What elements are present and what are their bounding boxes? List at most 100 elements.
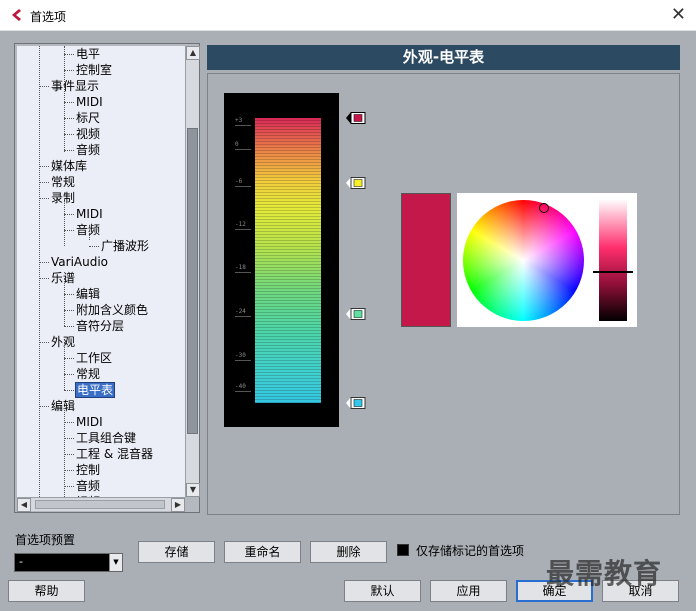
help-button[interactable]: 帮助 — [8, 580, 85, 602]
tree-connector — [64, 390, 74, 391]
tree-item[interactable]: 标尺 — [76, 110, 100, 126]
tree-item-label: MIDI — [76, 207, 103, 221]
delete-button[interactable]: 删除 — [310, 541, 387, 563]
tree-item-label: 音频 — [76, 143, 101, 157]
tree-guide-line — [64, 46, 65, 86]
tree-connector — [39, 86, 49, 87]
tree-item-label: 音符分层 — [76, 319, 125, 333]
tree-item-label: 事件显示 — [51, 79, 100, 93]
apply-button[interactable]: 应用 — [430, 580, 507, 602]
tree-item-label: 音频 — [76, 479, 101, 493]
close-icon[interactable]: ✕ — [671, 4, 686, 26]
meter-marker-cyan-icon[interactable] — [346, 397, 366, 409]
tree-item[interactable]: 编辑 — [51, 398, 75, 414]
tree-view[interactable]: 电平 控制室 事件显示 MIDI 标尺 视频 音频 媒体库 常规 录制 MIDI 音频 广播波形 Vari… — [17, 46, 185, 497]
tree-guide-line — [64, 86, 65, 152]
only-marked-checkbox[interactable] — [397, 544, 409, 556]
title-bar: 首选项 ✕ — [0, 0, 696, 31]
section-title: 外观-电平表 — [207, 45, 680, 70]
tree-connector — [64, 374, 74, 375]
scroll-left-icon[interactable]: ◀ — [17, 498, 31, 512]
tree-item-label: 控制室 — [76, 63, 113, 77]
tree-item[interactable]: 媒体库 — [51, 158, 87, 174]
tree-item-label: 常规 — [76, 367, 101, 381]
scroll-right-icon[interactable]: ▶ — [171, 498, 185, 512]
tree-horizontal-scrollbar[interactable]: ◀ ▶ — [17, 497, 185, 512]
tree-item-label: 广播波形 — [101, 239, 150, 253]
tree-item[interactable]: 广播波形 — [101, 238, 149, 254]
scroll-up-icon[interactable]: ▲ — [186, 46, 200, 60]
presets-label: 首选项预置 — [15, 533, 76, 547]
tree-connector — [39, 342, 49, 343]
brightness-handle[interactable] — [593, 271, 633, 273]
tree-item[interactable]: 电平 — [76, 46, 100, 62]
meter-scale-tick — [235, 125, 251, 126]
tree-item-label: MIDI — [76, 415, 103, 429]
watermark-text: 最需教育 — [546, 557, 663, 590]
tree-item[interactable]: 音频 — [76, 478, 100, 494]
tree-connector — [64, 230, 74, 231]
tree-item[interactable]: 音频 — [76, 142, 100, 158]
tree-connector — [64, 310, 74, 311]
tree-item[interactable]: 工具组合键 — [76, 430, 136, 446]
tree-item-label: 乐谱 — [51, 271, 76, 285]
wheel-handle[interactable] — [539, 203, 549, 213]
tree-guide-line — [89, 230, 90, 240]
store-button[interactable]: 存储 — [138, 541, 215, 563]
tree-item[interactable]: 控制 — [76, 462, 100, 478]
tree-item-label: 常规 — [51, 175, 76, 189]
chevron-down-icon[interactable]: ▼ — [109, 554, 122, 571]
tree-item[interactable]: 工作区 — [76, 350, 112, 366]
tree-item[interactable]: 工程 & 混音器 — [76, 446, 153, 462]
tree-connector — [64, 294, 74, 295]
tree-item[interactable]: MIDI — [76, 414, 103, 430]
tree-item[interactable]: 录制 — [51, 190, 75, 206]
tree-item[interactable]: 附加含义颜色 — [76, 302, 148, 318]
tree-item[interactable]: VariAudio — [51, 254, 108, 270]
scroll-down-icon[interactable]: ▼ — [186, 483, 200, 497]
tree-item[interactable]: 音符分层 — [76, 318, 124, 334]
meter-scale-label: +3 — [235, 117, 243, 124]
meter-color-gradient[interactable] — [255, 118, 321, 403]
tree-item[interactable]: 编辑 — [76, 286, 100, 302]
tree-item-label: VariAudio — [51, 255, 109, 269]
tree-item-label: 工程 & 混音器 — [76, 447, 153, 461]
hue-saturation-wheel[interactable] — [463, 200, 584, 321]
tree-item[interactable]: 视频 — [76, 126, 100, 142]
tree-connector — [64, 150, 74, 151]
tree-connector — [64, 486, 74, 487]
tree-vertical-scrollbar[interactable]: ▲ ▼ — [185, 46, 200, 497]
meter-scale-tick — [235, 360, 251, 361]
tree-item-label: 控制 — [76, 463, 101, 477]
tree-item-label: MIDI — [76, 95, 103, 109]
tree-item[interactable]: 控制室 — [76, 62, 112, 78]
tree-item-label: 编辑 — [51, 399, 76, 413]
tree-item[interactable]: 事件显示 — [51, 78, 99, 94]
meter-scale-label: -18 — [235, 264, 246, 271]
tree-item[interactable]: 乐谱 — [51, 270, 75, 286]
tree-item-label: 音频 — [76, 223, 101, 237]
tree-item[interactable]: MIDI — [76, 94, 103, 110]
meter-marker-yellow-icon[interactable] — [346, 177, 366, 189]
tree-item[interactable]: 常规 — [76, 366, 100, 382]
meter-marker-green-icon[interactable] — [346, 308, 366, 320]
scroll-thumb-horizontal[interactable] — [35, 500, 165, 509]
tree-item-label: 外观 — [51, 335, 76, 349]
tree-connector — [64, 70, 74, 71]
rename-button[interactable]: 重命名 — [224, 541, 301, 563]
tree-item[interactable]: 音频 — [76, 222, 100, 238]
default-button[interactable]: 默认 — [344, 580, 421, 602]
brightness-strip[interactable] — [599, 199, 627, 321]
tree-item[interactable]: 电平表 — [74, 382, 116, 398]
scroll-thumb[interactable] — [187, 128, 198, 434]
tree-item[interactable]: 外观 — [51, 334, 75, 350]
preset-select[interactable]: - ▼ — [14, 553, 123, 572]
tree-item[interactable]: MIDI — [76, 206, 103, 222]
meter-marker-top-icon[interactable] — [346, 112, 366, 124]
meter-scale-tick — [235, 149, 251, 150]
cubase-logo-icon — [12, 9, 21, 21]
tree-item[interactable]: 常规 — [51, 174, 75, 190]
meter-scale-label: -40 — [235, 383, 246, 390]
tree-connector — [39, 278, 49, 279]
tree-connector — [89, 246, 99, 247]
